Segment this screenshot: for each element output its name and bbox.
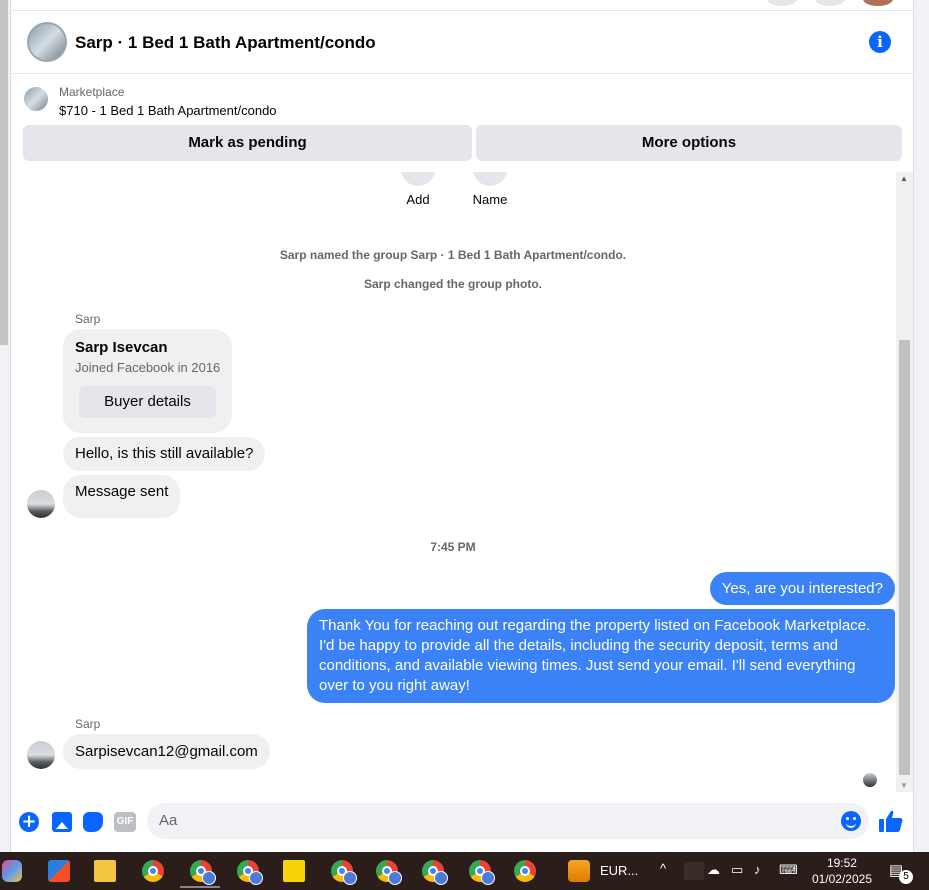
marketplace-label: Marketplace xyxy=(59,85,125,99)
marketplace-banner: Marketplace $710 - 1 Bed 1 Bath Apartmen… xyxy=(11,75,913,172)
top-icon[interactable] xyxy=(767,0,797,6)
scrollbar-thumb[interactable] xyxy=(899,340,910,775)
clock[interactable]: 19:52 01/02/2025 xyxy=(812,855,872,887)
chrome-icon[interactable] xyxy=(142,860,164,882)
active-indicator xyxy=(180,886,220,888)
keyboard-icon[interactable]: ⌨ xyxy=(779,862,798,878)
photo-icon[interactable] xyxy=(52,812,72,832)
chat-header: Sarp · 1 Bed 1 Bath Apartment/condo i xyxy=(11,11,913,74)
speaker-icon[interactable]: ♪ xyxy=(754,862,761,877)
feather-icon[interactable] xyxy=(684,862,704,880)
sticker-icon[interactable] xyxy=(83,812,103,832)
name-label: Name xyxy=(472,192,508,207)
sender-avatar[interactable] xyxy=(27,490,55,518)
windows-taskbar: EUR... ^ ☁ ▭ ♪ ⌨ 19:52 01/02/2025 ▤ 5 xyxy=(0,852,929,890)
emoji-icon[interactable] xyxy=(841,811,861,831)
incoming-message[interactable]: Sarpisevcan12@gmail.com xyxy=(63,734,270,769)
cloud-icon[interactable]: ☁ xyxy=(707,862,720,878)
listing-thumbnail[interactable] xyxy=(24,87,48,111)
incoming-message[interactable]: Hello, is this still available? xyxy=(63,437,266,471)
outgoing-message[interactable]: Thank You for reaching out regarding the… xyxy=(307,609,895,703)
system-message: Sarp changed the group photo. xyxy=(364,277,542,291)
clock-time: 19:52 xyxy=(826,856,857,870)
name-action[interactable]: Name xyxy=(460,172,520,207)
file-explorer-icon[interactable] xyxy=(94,860,116,882)
scroll-down-arrow-icon[interactable]: ▼ xyxy=(900,781,908,790)
group-avatar[interactable] xyxy=(27,22,67,62)
chat-title[interactable]: Sarp · 1 Bed 1 Bath Apartment/condo xyxy=(75,33,376,53)
outgoing-message[interactable]: Yes, are you interested? xyxy=(709,572,895,605)
plus-icon[interactable]: + xyxy=(19,812,39,832)
chrome-profile-icon[interactable] xyxy=(190,860,216,885)
buyer-card: Sarp Isevcan Joined Facebook in 2016 Buy… xyxy=(63,329,232,433)
system-message: Sarp named the group Sarp · 1 Bed 1 Bath… xyxy=(279,248,627,262)
chevron-up-icon[interactable]: ^ xyxy=(660,861,666,876)
add-label: Add xyxy=(406,192,430,207)
message-composer: + GIF Aa xyxy=(11,792,913,852)
sender-avatar[interactable] xyxy=(27,741,55,769)
listing-title[interactable]: $710 - 1 Bed 1 Bath Apartment/condo xyxy=(59,103,277,118)
top-icon[interactable] xyxy=(815,0,845,6)
chrome-profile-icon[interactable] xyxy=(331,860,357,885)
currency-widget-text[interactable]: EUR... xyxy=(600,863,638,878)
currency-widget-icon[interactable] xyxy=(568,860,590,882)
thumbs-up-icon[interactable] xyxy=(879,810,903,832)
timestamp: 7:45 PM xyxy=(430,540,476,554)
store-icon[interactable] xyxy=(48,860,70,882)
clock-date: 01/02/2025 xyxy=(811,872,872,886)
message-placeholder: Aa xyxy=(159,812,178,829)
message-input[interactable]: Aa xyxy=(147,803,869,839)
sender-name: Sarp xyxy=(75,312,101,326)
chrome-profile-icon[interactable] xyxy=(422,860,448,885)
pencil-icon[interactable] xyxy=(473,172,507,186)
read-receipt-avatar xyxy=(863,773,877,787)
thread-scrollbar[interactable]: ▲ ▼ xyxy=(896,172,913,792)
sender-name: Sarp xyxy=(75,717,101,731)
scroll-up-arrow-icon[interactable]: ▲ xyxy=(900,174,908,183)
add-icon[interactable] xyxy=(401,172,435,186)
page-scrollbar-thumb[interactable] xyxy=(0,0,8,345)
top-bar-edge xyxy=(11,0,913,11)
gif-icon[interactable]: GIF xyxy=(114,812,136,832)
sticky-notes-icon[interactable] xyxy=(283,860,305,882)
chrome-profile-icon[interactable] xyxy=(376,860,402,885)
info-icon[interactable]: i xyxy=(869,31,891,53)
message-thread[interactable]: Add Name Sarp named the group Sarp · 1 B… xyxy=(11,172,895,792)
notification-count: 5 xyxy=(899,870,913,884)
profile-avatar[interactable] xyxy=(863,0,893,6)
incoming-message[interactable]: Message sent xyxy=(63,475,181,518)
page-scrollbar[interactable] xyxy=(0,0,10,852)
network-icon[interactable]: ▭ xyxy=(731,862,743,878)
copilot-icon[interactable] xyxy=(2,860,22,882)
mark-as-pending-button[interactable]: Mark as pending xyxy=(23,125,472,161)
chrome-profile-icon[interactable] xyxy=(469,860,495,885)
chrome-profile-icon[interactable] xyxy=(237,860,263,885)
more-options-button[interactable]: More options xyxy=(476,125,902,161)
buyer-name[interactable]: Sarp Isevcan xyxy=(75,339,168,356)
buyer-joined: Joined Facebook in 2016 xyxy=(75,360,221,375)
add-action[interactable]: Add xyxy=(388,172,448,207)
chat-window: Sarp · 1 Bed 1 Bath Apartment/condo i Ma… xyxy=(10,0,914,852)
buyer-details-button[interactable]: Buyer details xyxy=(79,386,216,418)
chrome-profile-icon[interactable] xyxy=(514,860,536,882)
